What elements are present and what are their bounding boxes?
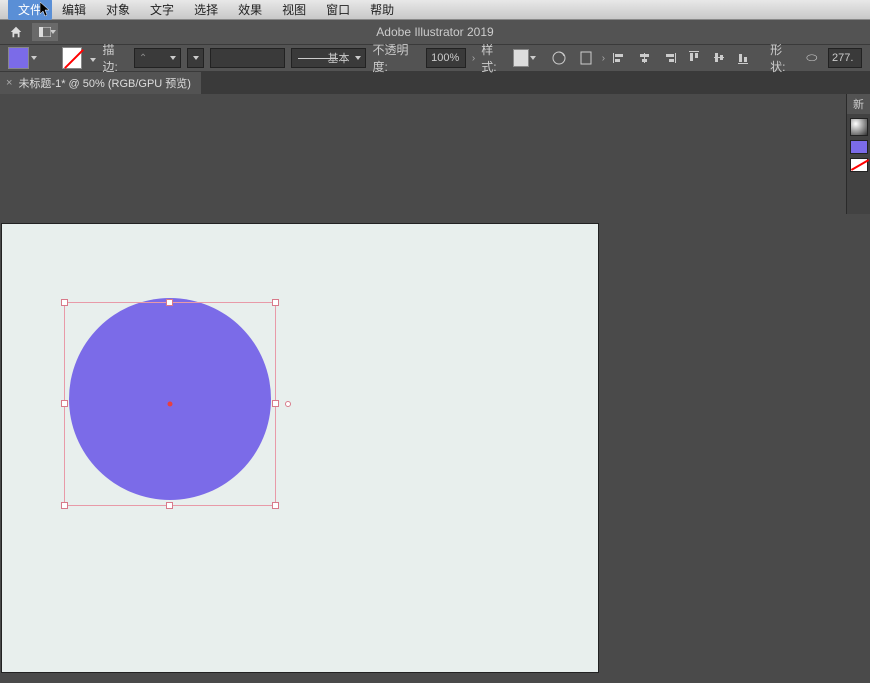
resize-handle-middle-left[interactable] <box>61 400 68 407</box>
panel-tab[interactable]: 新 <box>847 94 870 114</box>
document-tab-bar: × 未标题-1* @ 50% (RGB/GPU 预览) <box>0 72 870 94</box>
align-center-h-icon[interactable] <box>636 48 655 68</box>
menu-type[interactable]: 文字 <box>140 0 184 20</box>
side-panel: 新 <box>846 94 870 214</box>
align-left-icon[interactable] <box>611 48 630 68</box>
shape-label: 形状: <box>770 41 795 75</box>
resize-handle-top-middle[interactable] <box>166 299 173 306</box>
stroke-label: 描边: <box>102 41 127 75</box>
fill-color-swatch[interactable] <box>8 47 29 69</box>
workspace-switcher[interactable] <box>32 23 58 41</box>
resize-handle-bottom-middle[interactable] <box>166 502 173 509</box>
align-bottom-icon[interactable] <box>734 48 753 68</box>
menu-effect[interactable]: 效果 <box>228 0 272 20</box>
style-label: 样式: <box>481 41 506 75</box>
menu-help[interactable]: 帮助 <box>360 0 404 20</box>
title-toolbar: Adobe Illustrator 2019 <box>0 20 870 44</box>
recolor-icon[interactable] <box>549 47 569 69</box>
live-shape-widget[interactable] <box>285 401 291 407</box>
graphic-style-swatch[interactable] <box>513 49 530 67</box>
chevron-right-icon: › <box>472 53 475 64</box>
document-tab-label: 未标题-1* @ 50% (RGB/GPU 预览) <box>18 75 191 91</box>
selection-center-icon <box>168 402 173 407</box>
menu-select[interactable]: 选择 <box>184 0 228 20</box>
stroke-weight-input[interactable]: ⌃ <box>134 48 181 68</box>
menu-window[interactable]: 窗口 <box>316 0 360 20</box>
align-center-v-icon[interactable] <box>709 48 728 68</box>
align-right-icon[interactable] <box>660 48 679 68</box>
none-swatch-thumb[interactable] <box>850 158 868 172</box>
app-title: Adobe Illustrator 2019 <box>376 25 493 39</box>
selection-bounding-box[interactable] <box>64 302 276 506</box>
resize-handle-top-right[interactable] <box>272 299 279 306</box>
menu-bar: 文件 编辑 对象 文字 选择 效果 视图 窗口 帮助 <box>0 0 870 20</box>
brush-definition[interactable]: 基本 <box>291 48 367 68</box>
home-button[interactable] <box>6 22 26 42</box>
variable-width-profile[interactable] <box>210 48 284 68</box>
shape-width-input[interactable]: 277. <box>828 48 862 68</box>
menu-file[interactable]: 文件 <box>8 0 52 20</box>
artboard[interactable] <box>2 224 598 672</box>
chevron-right-icon-2: › <box>602 53 605 64</box>
align-top-icon[interactable] <box>685 48 704 68</box>
resize-handle-bottom-right[interactable] <box>272 502 279 509</box>
fill-swatch-thumb[interactable] <box>850 140 868 154</box>
stroke-color-swatch[interactable] <box>62 47 83 69</box>
stroke-profile-dropdown[interactable] <box>187 48 204 68</box>
resize-handle-middle-right[interactable] <box>272 400 279 407</box>
menu-object[interactable]: 对象 <box>96 0 140 20</box>
document-tab[interactable]: × 未标题-1* @ 50% (RGB/GPU 预览) <box>0 72 201 94</box>
document-setup-icon[interactable] <box>575 47 595 69</box>
workspace[interactable] <box>0 94 870 683</box>
resize-handle-top-left[interactable] <box>61 299 68 306</box>
gradient-swatch-thumb[interactable] <box>850 118 868 136</box>
menu-view[interactable]: 视图 <box>272 0 316 20</box>
ellipse-shape-icon: ⬭ <box>802 47 822 69</box>
close-tab-icon[interactable]: × <box>6 77 12 89</box>
opacity-label: 不透明度: <box>372 41 420 75</box>
resize-handle-bottom-left[interactable] <box>61 502 68 509</box>
menu-edit[interactable]: 编辑 <box>52 0 96 20</box>
stroke-dropdown-icon[interactable] <box>88 51 96 65</box>
control-bar: 描边: ⌃ 基本 不透明度: 100% › 样式: › 形状: ⬭ 277. <box>0 44 870 72</box>
opacity-input[interactable]: 100% <box>426 48 466 68</box>
